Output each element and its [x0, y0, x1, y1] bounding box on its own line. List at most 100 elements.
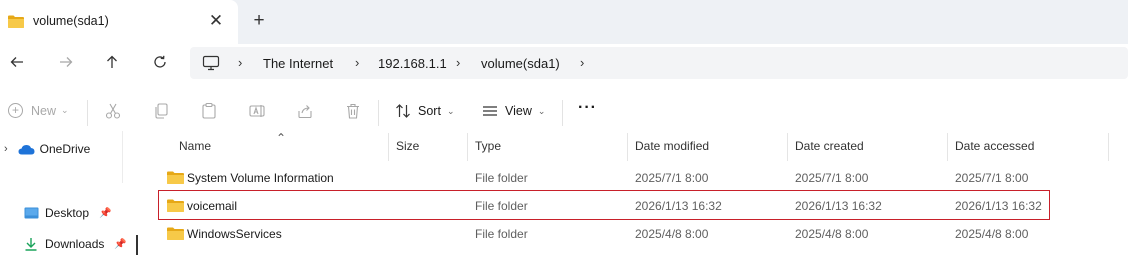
- file-date-accessed: 2025/7/1 8:00: [955, 171, 1029, 185]
- plus-circle-icon: +: [8, 103, 23, 118]
- forward-button[interactable]: [52, 50, 80, 74]
- pin-icon: 📌: [114, 238, 127, 250]
- file-type: File folder: [475, 171, 528, 185]
- monitor-icon: [202, 55, 220, 71]
- file-date-accessed: 2025/4/8 8:00: [955, 227, 1029, 241]
- share-button[interactable]: [296, 102, 314, 120]
- file-date-modified: 2025/4/8 8:00: [635, 227, 709, 241]
- column-header-size[interactable]: Size: [396, 139, 419, 153]
- view-button[interactable]: View ⌄: [482, 103, 545, 119]
- file-date-accessed: 2026/1/13 16:32: [955, 199, 1042, 213]
- arrow-right-icon: [60, 57, 73, 67]
- refresh-button[interactable]: [146, 50, 174, 74]
- clipboard-icon: [202, 102, 216, 119]
- file-date-modified: 2025/7/1 8:00: [635, 171, 709, 185]
- column-header-name[interactable]: Name: [179, 139, 211, 153]
- breadcrumb-volume[interactable]: volume(sda1): [481, 56, 560, 71]
- address-bar[interactable]: › The Internet › 192.168.1.1 › volume(sd…: [190, 47, 1128, 79]
- up-button[interactable]: [98, 50, 126, 74]
- cloud-icon: [18, 144, 35, 154]
- file-name: System Volume Information: [187, 171, 334, 185]
- toolbar-divider: [562, 100, 563, 126]
- file-type: File folder: [475, 199, 528, 213]
- refresh-icon: [154, 55, 166, 68]
- pin-icon: 📌: [99, 207, 112, 219]
- file-date-modified: 2026/1/13 16:32: [635, 199, 722, 213]
- folder-icon: [8, 15, 24, 28]
- folder-icon: [167, 171, 184, 184]
- close-icon[interactable]: ✕: [206, 11, 226, 31]
- scrollbar[interactable]: [136, 235, 138, 255]
- delete-button[interactable]: [344, 102, 362, 120]
- column-separator[interactable]: [627, 133, 628, 161]
- nav-label: Downloads: [45, 237, 105, 251]
- chevron-right-icon[interactable]: ›: [4, 143, 8, 155]
- pane-divider: [122, 131, 123, 183]
- navigation-pane: › OneDrive Desktop 📌 Downloads 📌: [0, 131, 146, 255]
- breadcrumb-the-internet[interactable]: The Internet: [263, 56, 333, 71]
- file-date-created: 2025/4/8 8:00: [795, 227, 869, 241]
- table-row[interactable]: voicemail File folder 2026/1/13 16:32 20…: [158, 192, 1048, 220]
- arrow-left-icon: [10, 57, 23, 67]
- column-header-row: Name Size Type Date modified Date create…: [146, 131, 1128, 163]
- sort-label: Sort: [418, 104, 441, 118]
- trash-icon: [347, 103, 359, 119]
- scissors-icon: [105, 103, 121, 119]
- folder-icon: [167, 199, 184, 212]
- file-type: File folder: [475, 227, 528, 241]
- arrow-up-icon: [107, 55, 117, 68]
- nav-item-downloads[interactable]: Downloads 📌: [24, 237, 127, 251]
- list-view-icon: [483, 106, 497, 116]
- chevron-down-icon: ⌄: [537, 105, 546, 116]
- folder-icon: [167, 227, 184, 240]
- column-separator[interactable]: [947, 133, 948, 161]
- tab-strip: volume(sda1) ✕ +: [0, 0, 1128, 44]
- rename-icon: [249, 105, 265, 117]
- column-header-date-accessed[interactable]: Date accessed: [955, 139, 1034, 153]
- file-date-created: 2026/1/13 16:32: [795, 199, 882, 213]
- column-separator[interactable]: [388, 133, 389, 161]
- file-name: voicemail: [187, 199, 238, 213]
- chevron-right-icon[interactable]: ›: [456, 55, 460, 70]
- sort-button[interactable]: Sort ⌄: [395, 103, 454, 119]
- view-label: View: [505, 104, 532, 118]
- toolbar-divider: [87, 100, 88, 126]
- chevron-right-icon[interactable]: ›: [238, 55, 242, 70]
- column-header-type[interactable]: Type: [475, 139, 501, 153]
- sort-icon: [396, 104, 410, 118]
- new-label: New: [31, 103, 57, 118]
- chevron-down-icon: ⌄: [446, 105, 455, 116]
- copy-button[interactable]: [152, 102, 170, 120]
- column-header-date-modified[interactable]: Date modified: [635, 139, 709, 153]
- share-icon: [298, 105, 312, 119]
- table-row[interactable]: WindowsServices File folder 2025/4/8 8:0…: [158, 220, 1048, 248]
- nav-item-desktop[interactable]: Desktop 📌: [24, 206, 111, 220]
- column-separator[interactable]: [1108, 133, 1109, 161]
- tab-title: volume(sda1): [33, 14, 109, 28]
- copy-icon: [155, 103, 168, 119]
- chevron-right-icon[interactable]: ›: [580, 55, 584, 70]
- file-date-created: 2025/7/1 8:00: [795, 171, 869, 185]
- back-button[interactable]: [3, 50, 31, 74]
- paste-button[interactable]: [200, 102, 218, 120]
- table-row[interactable]: System Volume Information File folder 20…: [158, 164, 1048, 192]
- nav-label: OneDrive: [39, 142, 91, 156]
- column-header-date-created[interactable]: Date created: [795, 139, 864, 153]
- toolbar-divider: [378, 100, 379, 126]
- address-row: › The Internet › 192.168.1.1 › volume(sd…: [0, 44, 1128, 82]
- rename-button[interactable]: [248, 102, 266, 120]
- more-options-button[interactable]: ···: [578, 99, 597, 117]
- desktop-icon: [24, 207, 39, 219]
- chevron-right-icon[interactable]: ›: [355, 55, 359, 70]
- cut-button[interactable]: [104, 102, 122, 120]
- column-separator[interactable]: [787, 133, 788, 161]
- tab-volume-sda1[interactable]: volume(sda1) ✕: [0, 0, 238, 44]
- nav-item-onedrive[interactable]: › OneDrive: [4, 142, 90, 156]
- breadcrumb-ip[interactable]: 192.168.1.1: [378, 56, 447, 71]
- column-separator[interactable]: [467, 133, 468, 161]
- file-name: WindowsServices: [187, 227, 282, 241]
- new-tab-button[interactable]: +: [249, 11, 269, 31]
- chevron-down-icon: ⌄: [61, 105, 69, 115]
- command-bar: + New ⌄ Sort ⌄ View ⌄ ···: [0, 91, 1128, 131]
- new-button[interactable]: + New ⌄: [8, 103, 69, 118]
